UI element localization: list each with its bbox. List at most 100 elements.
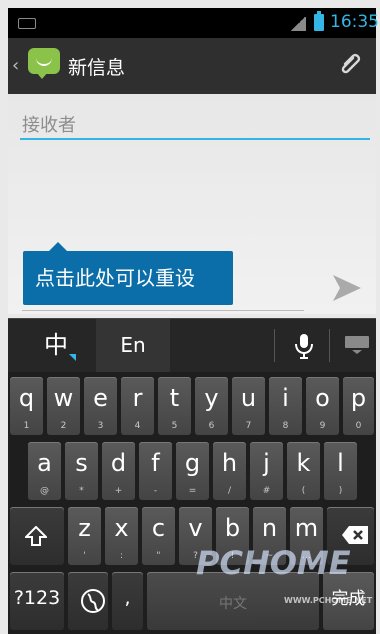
key-sub-label: 9 (319, 421, 326, 431)
key-y[interactable]: y6 (195, 377, 228, 435)
microphone-icon[interactable] (292, 333, 316, 359)
key-label: z (78, 514, 91, 542)
key-s[interactable]: s * (65, 442, 98, 500)
key-sub-label: @ (40, 486, 49, 496)
key-sub-label: = (188, 486, 197, 496)
key-sub-label: # (262, 486, 271, 496)
key-label: c (151, 514, 166, 542)
key-label: f (151, 449, 160, 477)
key-d[interactable]: d + (102, 442, 135, 500)
english-input-label: En (120, 333, 146, 357)
key-k[interactable]: k( (287, 442, 320, 500)
key-label: s (75, 449, 88, 477)
key-sub-label: 8 (282, 421, 289, 431)
key-label: a (37, 449, 52, 477)
corner-indicator-icon (69, 354, 76, 361)
english-input-tab[interactable]: En (96, 319, 170, 372)
key-label: n (261, 514, 278, 542)
attachment-icon[interactable] (338, 50, 364, 76)
key-sub-label: * (79, 486, 84, 496)
recipient-input[interactable] (20, 112, 370, 140)
key-c[interactable]: c " (142, 507, 175, 565)
page-title: 新信息 (68, 57, 126, 79)
key-u[interactable]: u7 (232, 377, 265, 435)
status-bar: 16:35 (8, 8, 379, 38)
key-label: w (53, 384, 74, 412)
key-sub-label: 3 (97, 421, 104, 431)
keyboard-reset-tooltip[interactable]: 点击此处可以重设 (23, 242, 233, 305)
comma-label: , (124, 587, 131, 609)
key-label: h (221, 449, 238, 477)
key-l[interactable]: l) (324, 442, 357, 500)
key-label: i (282, 384, 289, 412)
action-bar: ‹ 新信息 (8, 38, 376, 94)
status-time: 16:35 (330, 12, 379, 32)
watermark-brand: PCHOME (196, 544, 351, 582)
globe-icon (81, 589, 105, 613)
watermark-site: WWW.PCHOME.NET (284, 596, 373, 605)
key-label: g (184, 449, 201, 477)
key-z[interactable]: z ' (68, 507, 101, 565)
shift-icon (25, 526, 47, 546)
key-label: y (204, 384, 219, 412)
comma-key[interactable]: , (112, 572, 143, 630)
key-t[interactable]: t5 (158, 377, 191, 435)
messaging-app-icon[interactable] (28, 48, 60, 79)
key-label: l (337, 449, 344, 477)
pchome-watermark: PCHOME WWW.PCHOME.NET (196, 544, 372, 618)
battery-icon (314, 11, 324, 31)
key-sub-label: 1 (23, 421, 30, 431)
numbers-key[interactable]: ?123 (10, 572, 64, 630)
key-sub-label: - (153, 486, 158, 496)
hide-keyboard-icon[interactable] (344, 335, 370, 355)
key-x[interactable]: x: (105, 507, 138, 565)
key-sub-label: ( (301, 486, 306, 496)
key-g[interactable]: g = (176, 442, 209, 500)
send-icon[interactable] (332, 274, 362, 302)
key-sub-label: 5 (171, 421, 178, 431)
key-sub-label: : (119, 551, 124, 561)
key-label: u (240, 384, 257, 412)
back-chevron-icon[interactable]: ‹ (12, 55, 19, 76)
keyboard-status-icon (18, 18, 36, 29)
message-input-line[interactable] (22, 310, 304, 311)
key-label: d (110, 449, 127, 477)
key-p[interactable]: p0 (343, 377, 374, 435)
key-label: k (296, 449, 311, 477)
shift-key[interactable] (10, 507, 64, 565)
keyboard-candidate-bar: 中 En (8, 318, 376, 372)
key-h[interactable]: h / (213, 442, 246, 500)
key-label: v (188, 514, 203, 542)
numbers-label: ?123 (13, 587, 61, 609)
key-w[interactable]: w2 (47, 377, 80, 435)
key-label: x (114, 514, 129, 542)
key-sub-label: 7 (245, 421, 252, 431)
key-sub-label: ' (83, 551, 86, 561)
key-q[interactable]: q1 (10, 377, 43, 435)
key-r[interactable]: r4 (121, 377, 154, 435)
key-label: q (18, 384, 35, 412)
language-key[interactable] (68, 572, 108, 630)
key-label: m (294, 514, 319, 542)
key-f[interactable]: f- (139, 442, 172, 500)
separator (274, 329, 275, 362)
chinese-input-label: 中 (44, 331, 68, 359)
key-sub-label: 6 (208, 421, 215, 431)
chinese-input-tab[interactable]: 中 (26, 319, 86, 372)
key-i[interactable]: i8 (269, 377, 302, 435)
key-sub-label: + (114, 486, 123, 496)
key-sub-label: 2 (60, 421, 67, 431)
key-label: b (224, 514, 241, 542)
key-label: o (315, 384, 330, 412)
key-a[interactable]: a @ (28, 442, 61, 500)
key-o[interactable]: o9 (306, 377, 339, 435)
key-j[interactable]: j # (250, 442, 283, 500)
separator (329, 329, 330, 362)
key-label: p (350, 384, 367, 412)
key-e[interactable]: e3 (84, 377, 117, 435)
backspace-icon (342, 526, 368, 544)
key-sub-label: ) (338, 486, 343, 496)
key-label: t (169, 384, 180, 412)
sms-compose-screen: 16:35 ‹ 新信息 点击此处可以重设 中 En q1 (0, 0, 380, 634)
key-sub-label: / (227, 486, 232, 496)
